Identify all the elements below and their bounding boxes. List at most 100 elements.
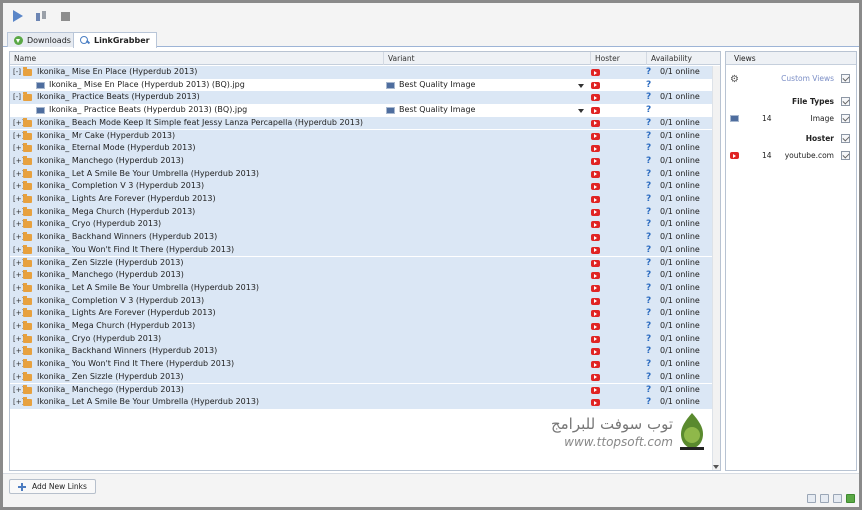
column-header-name[interactable]: Name [10,52,384,65]
package-name: Ikonika_ Mise En Place (Hyperdub 2013) [37,67,198,76]
download-icon [14,35,23,45]
package-row[interactable]: [+] Ikonika_ Zen Sizzle (Hyperdub 2013)? 0… [10,370,714,384]
youtube-icon [591,323,600,330]
chevron-down-icon[interactable] [578,109,584,114]
package-row[interactable]: [-] Ikonika_ Mise En Place (Hyperdub 2013… [10,66,714,79]
link-name: Ikonika_ Practice Beats (Hyperdub 2013) … [49,105,248,115]
package-folder-icon [23,181,32,191]
vertical-scrollbar[interactable] [712,66,720,470]
file-types-checkbox[interactable] [841,97,850,106]
package-folder-icon [23,244,32,254]
bottom-bar: Add New Links [3,473,859,507]
unknown-status-icon: ? [646,384,652,395]
column-header-hoster[interactable]: Hoster [591,52,647,65]
clipboard-status-icon[interactable] [820,494,829,503]
package-row[interactable]: [+] Ikonika_ Cryo (Hyperdub 2013)? 0/1 onl… [10,332,714,346]
hoster-row[interactable]: 14 youtube.com [726,149,856,162]
package-folder-icon [23,168,32,178]
add-new-links-button[interactable]: Add New Links [9,479,96,494]
expand-toggle[interactable]: [-] [13,69,21,76]
unknown-status-icon: ? [646,346,652,357]
play-icon[interactable] [11,9,25,23]
youtube-icon [591,107,600,115]
package-folder-icon [23,219,32,229]
availability-text: 0/1 online [660,181,700,191]
chevron-down-icon[interactable] [578,83,584,88]
link-row[interactable]: Ikonika_ Practice Beats (Hyperdub 2013) … [10,104,714,117]
unknown-status-icon: ? [646,155,652,166]
package-folder-icon [23,295,32,305]
package-row[interactable]: [+] Ikonika_ Let A Smile Be Your Umbrella… [10,281,714,295]
views-panel-title: Views [726,52,856,65]
package-row[interactable]: [+] Ikonika_ Backhand Winners (Hyperdub 2… [10,231,714,244]
package-row[interactable]: [+] Ikonika_ You Won't Find It There (Hyp… [10,358,714,371]
variant-select[interactable]: Best Quality Image [399,104,475,117]
package-row[interactable]: [+] Ikonika_ Eternal Mode (Hyperdub 2013)… [10,142,714,155]
variant-select[interactable]: Best Quality Image [399,79,475,92]
package-row[interactable]: [+] Ikonika_ Mr Cake (Hyperdub 2013)? 0/1 … [10,129,714,143]
link-row[interactable]: Ikonika_ Mise En Place (Hyperdub 2013) (… [10,78,714,92]
youtube-icon [591,94,600,102]
hoster-title: Hoster [805,134,834,143]
custom-views-checkbox[interactable] [841,74,850,83]
start-all-icon[interactable] [846,494,855,503]
youtube-icon [591,335,600,343]
package-row[interactable]: [+] Ikonika_ Manchego (Hyperdub 2013)? 0/1… [10,383,714,397]
linkgrabber-table: Name Variant Hoster Availability [-] Ikon… [9,51,721,471]
stop-icon[interactable] [58,9,72,23]
column-header-availability[interactable]: Availability [647,52,720,65]
unknown-status-icon: ? [646,130,652,141]
file-type-name: Image [810,114,835,123]
file-type-row[interactable]: 14 Image [726,112,856,125]
package-folder-icon [23,270,32,280]
package-folder-icon [23,206,32,216]
youtube-icon [730,152,739,159]
toolbar [3,3,859,31]
watermark-arabic-text: توب سوفت للبرامج [550,415,673,433]
availability-text: 0/1 online [660,92,700,102]
tab-linkgrabber[interactable]: LinkGrabber [73,32,157,48]
package-folder-icon [23,67,32,76]
package-row[interactable]: [+] Ikonika_ Cryo (Hyperdub 2013)? 0/1 onl… [10,218,714,232]
custom-views-row[interactable]: ⚙ Custom Views [726,72,856,85]
package-name: Ikonika_ Eternal Mode (Hyperdub 2013) [37,143,196,153]
youtube-icon [591,170,600,178]
package-row[interactable]: [+] Ikonika_ Zen Sizzle (Hyperdub 2013)? 0… [10,256,714,270]
linkgrabber-icon [80,36,90,45]
unknown-status-icon: ? [646,270,652,281]
package-row[interactable]: [+] Ikonika_ Lights Are Forever (Hyperdub… [10,307,714,320]
hoster-header: Hoster [726,132,856,145]
youtube-icon [591,373,600,381]
package-name: Ikonika_ Cryo (Hyperdub 2013) [37,219,162,229]
gear-icon[interactable]: ⚙ [730,73,739,86]
availability-text: 0/1 online [660,295,700,305]
package-row[interactable]: [+] Ikonika_ Manchego (Hyperdub 2013)? 0/1… [10,154,714,168]
package-row[interactable]: [+] Ikonika_ Beach Mode Keep It Simple fe… [10,116,714,130]
package-row[interactable]: [+] Ikonika_ Let A Smile Be Your Umbrella… [10,167,714,181]
package-row[interactable]: [+] Ikonika_ You Won't Find It There (Hyp… [10,243,714,257]
package-row[interactable]: [+] Ikonika_ Lights Are Forever (Hyperdub… [10,193,714,206]
package-row[interactable]: [+] Ikonika_ Backhand Winners (Hyperdub 2… [10,345,714,359]
scroll-down-arrow-icon[interactable] [713,465,719,469]
package-name: Ikonika_ Completion V 3 (Hyperdub 2013) [37,181,205,191]
hoster-checkbox[interactable] [841,134,850,143]
package-row[interactable]: [+] Ikonika_ Manchego (Hyperdub 2013)? 0/1… [10,269,714,282]
package-row[interactable]: [+] Ikonika_ Mega Church (Hyperdub 2013)?… [10,205,714,219]
reconnect-status-icon[interactable] [833,494,842,503]
settings-status-icon[interactable] [807,494,816,503]
package-row[interactable]: [+] Ikonika_ Let A Smile Be Your Umbrella… [10,396,714,409]
tab-downloads[interactable]: Downloads [7,32,78,47]
package-folder-icon [23,359,32,369]
unknown-status-icon: ? [646,92,652,103]
package-row[interactable]: [+] Ikonika_ Completion V 3 (Hyperdub 201… [10,294,714,308]
file-type-checkbox[interactable] [841,114,850,123]
pause-icon[interactable] [34,9,48,23]
package-row[interactable]: [+] Ikonika_ Mega Church (Hyperdub 2013)?… [10,320,714,333]
package-row[interactable]: [-] Ikonika_ Practice Beats (Hyperdub 201… [10,91,714,105]
availability-text: 0/1 online [660,168,700,178]
hoster-item-checkbox[interactable] [841,151,850,160]
column-header-variant[interactable]: Variant [384,52,591,65]
package-row[interactable]: [+] Ikonika_ Completion V 3 (Hyperdub 201… [10,180,714,193]
expand-toggle[interactable]: [-] [13,94,21,101]
package-folder-icon [23,143,32,153]
